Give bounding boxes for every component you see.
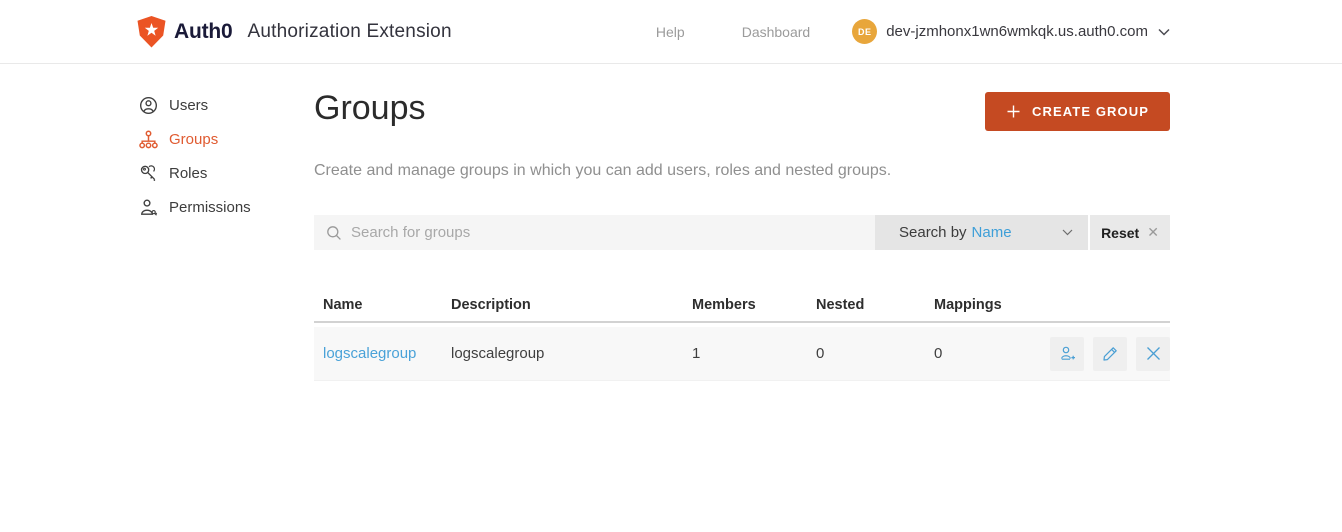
search-row: Search by Name Reset ✕ — [314, 215, 1170, 250]
page-description: Create and manage groups in which you ca… — [314, 162, 892, 179]
plus-icon — [1006, 104, 1021, 119]
group-description-cell: logscalegroup — [451, 345, 545, 362]
edit-icon — [1103, 346, 1117, 361]
permissions-icon — [139, 198, 158, 217]
page: Auth0 Authorization Extension Help Dashb… — [0, 0, 1342, 532]
table-row: logscalegroup logscalegroup 1 0 0 — [314, 327, 1170, 381]
sidebar: Users Groups Roles Permissions — [139, 88, 304, 224]
users-icon — [139, 96, 158, 115]
group-mappings-cell: 0 — [934, 345, 943, 362]
edit-group-button[interactable] — [1093, 336, 1127, 371]
header-nav: Help Dashboard DE dev-jzmhonx1wn6wmkqk.u… — [656, 19, 1170, 44]
search-input[interactable] — [351, 224, 875, 241]
search-by-label: Search by — [899, 224, 967, 241]
brand: Auth0 Authorization Extension — [137, 15, 452, 48]
chevron-down-icon — [1158, 28, 1170, 36]
avatar: DE — [852, 19, 878, 44]
chevron-down-icon — [1062, 229, 1073, 236]
app-header: Auth0 Authorization Extension Help Dashb… — [0, 0, 1342, 64]
main-content: Groups CREATE GROUP Create and manage gr… — [314, 88, 1170, 508]
sidebar-item-users[interactable]: Users — [139, 88, 304, 122]
add-member-button[interactable] — [1050, 336, 1084, 371]
search-by-dropdown[interactable]: Search by Name — [875, 215, 1088, 250]
help-link[interactable]: Help — [656, 24, 685, 40]
sidebar-item-roles[interactable]: Roles — [139, 156, 304, 190]
close-icon: ✕ — [1147, 224, 1159, 240]
tenant-name: dev-jzmhonx1wn6wmkqk.us.auth0.com — [886, 23, 1148, 40]
tenant-menu[interactable]: DE dev-jzmhonx1wn6wmkqk.us.auth0.com — [852, 19, 1170, 44]
table-header-divider — [314, 321, 1170, 323]
app-title: Authorization Extension — [247, 20, 452, 42]
dashboard-link[interactable]: Dashboard — [742, 24, 811, 40]
create-group-button[interactable]: CREATE GROUP — [985, 92, 1170, 131]
reset-label: Reset — [1101, 224, 1140, 241]
column-header-mappings: Mappings — [934, 296, 1002, 313]
group-name-link[interactable]: logscalegroup — [323, 345, 416, 362]
create-group-label: CREATE GROUP — [1032, 104, 1149, 119]
column-header-description: Description — [451, 296, 531, 313]
auth0-logo-icon — [137, 15, 166, 47]
row-actions — [1050, 336, 1170, 371]
delete-icon — [1146, 347, 1160, 360]
group-members-cell: 1 — [692, 345, 701, 362]
groups-table: Name Description Members Nested Mappings… — [314, 288, 1170, 381]
roles-icon — [139, 164, 158, 183]
sidebar-item-groups[interactable]: Groups — [139, 122, 304, 156]
search-icon — [327, 225, 341, 240]
column-header-nested: Nested — [816, 296, 865, 313]
table-header: Name Description Members Nested Mappings — [314, 288, 1170, 321]
groups-icon — [139, 130, 158, 149]
search-by-value: Name — [971, 224, 1012, 241]
column-header-name: Name — [323, 296, 363, 313]
page-title: Groups — [314, 89, 426, 127]
column-header-members: Members — [692, 296, 756, 313]
delete-group-button[interactable] — [1136, 336, 1170, 371]
sidebar-item-label: Roles — [169, 164, 208, 182]
brand-name: Auth0 — [174, 19, 233, 43]
sidebar-item-label: Users — [169, 96, 209, 114]
sidebar-item-permissions[interactable]: Permissions — [139, 190, 304, 224]
reset-button[interactable]: Reset ✕ — [1090, 215, 1170, 250]
search-box — [314, 215, 875, 250]
add-member-icon — [1060, 346, 1075, 360]
group-nested-cell: 0 — [816, 345, 825, 362]
sidebar-item-label: Groups — [169, 130, 219, 148]
sidebar-item-label: Permissions — [169, 198, 251, 216]
